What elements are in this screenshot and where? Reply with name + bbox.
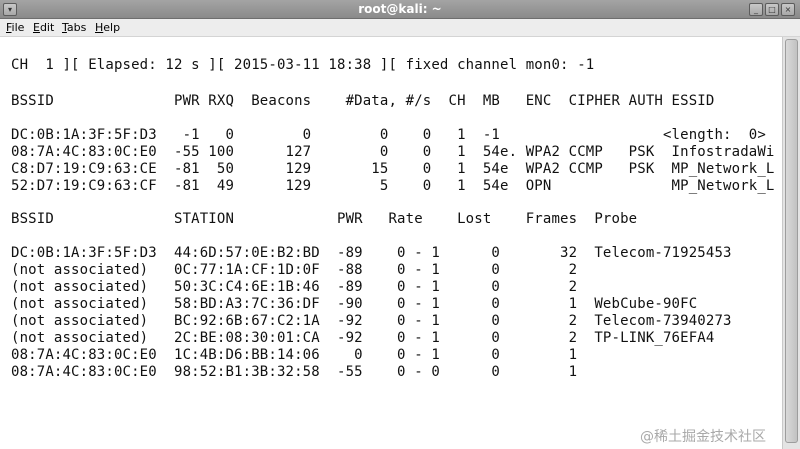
terminal-output[interactable]: CH 1 ][ Elapsed: 12 s ][ 2015-03-11 18:3… [0,37,782,449]
menu-edit[interactable]: Edit [33,21,54,34]
maximize-icon[interactable]: □ [765,3,779,16]
vertical-scrollbar[interactable] [782,37,800,449]
menu-help[interactable]: Help [95,21,120,34]
scrollbar-thumb[interactable] [785,39,798,443]
menu-tabs-rest: abs [66,21,87,34]
watermark-text: @稀土掘金技术社区 [640,429,766,445]
menu-tabs[interactable]: Tabs [62,21,86,34]
station-table-row: (not associated) 50:3C:C4:6E:1B:46 -89 0… [11,279,578,295]
title-bar[interactable]: ▾ root@kali: ~ _ □ × [0,0,800,19]
terminal-window: ▾ root@kali: ~ _ □ × File Edit Tabs Help… [0,0,800,449]
menu-file-rest: ile [11,21,25,34]
station-table-row: 08:7A:4C:83:0C:E0 98:52:B1:3B:32:58 -55 … [11,364,578,380]
station-table-header: BSSID STATION PWR Rate Lost Frames Probe [11,211,638,227]
menu-edit-mnemonic: E [33,21,40,34]
ap-table-row: 08:7A:4C:83:0C:E0 -55 100 127 0 0 1 54e.… [11,144,775,160]
menu-edit-rest: dit [39,21,55,34]
station-table-row: (not associated) 2C:BE:08:30:01:CA -92 0… [11,330,715,346]
station-table-row: 08:7A:4C:83:0C:E0 1C:4B:D6:BB:14:06 0 0 … [11,347,578,363]
airodump-status-line: CH 1 ][ Elapsed: 12 s ][ 2015-03-11 18:3… [11,57,595,73]
ap-table-row: DC:0B:1A:3F:5F:D3 -1 0 0 0 0 1 -1 <lengt… [11,127,766,143]
window-title: root@kali: ~ [358,2,442,16]
ap-table-header: BSSID PWR RXQ Beacons #Data, #/s CH MB E… [11,93,715,109]
menu-help-rest: elp [103,21,121,34]
menu-bar: File Edit Tabs Help [0,19,800,37]
minimize-icon[interactable]: _ [749,3,763,16]
close-icon[interactable]: × [781,3,795,16]
ap-table-row: 52:D7:19:C9:63:CF -81 49 129 5 0 1 54e O… [11,178,775,194]
ap-table-row: C8:D7:19:C9:63:CE -81 50 129 15 0 1 54e … [11,161,775,177]
station-table-row: (not associated) BC:92:6B:67:C2:1A -92 0… [11,313,732,329]
station-table-row: (not associated) 58:BD:A3:7C:36:DF -90 0… [11,296,698,312]
menu-file[interactable]: File [6,21,24,34]
station-table-row: (not associated) 0C:77:1A:CF:1D:0F -88 0… [11,262,578,278]
station-table-row: DC:0B:1A:3F:5F:D3 44:6D:57:0E:B2:BD -89 … [11,245,732,261]
